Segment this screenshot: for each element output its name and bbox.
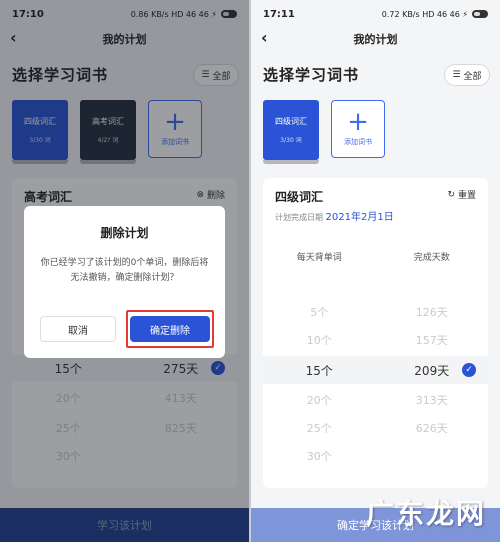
words-per-day: 30个: [306, 450, 332, 463]
days-to-finish: 313天: [415, 394, 448, 407]
finish-date-prefix: 计划完成日期: [275, 213, 323, 222]
words-per-day: 10个: [306, 334, 332, 347]
back-arrow-icon[interactable]: ‹: [261, 29, 279, 47]
days-to-finish: 126天: [415, 306, 448, 319]
all-books-button[interactable]: ☰ 全部: [444, 64, 490, 86]
watermark-text: 广东龙网: [365, 497, 486, 530]
col-days: 完成天数: [413, 253, 450, 263]
annotation-highlight-box: [126, 310, 214, 348]
reset-label: 重置: [457, 191, 476, 201]
picker-row[interactable]: 10个 157天: [263, 326, 488, 354]
status-icons: 0.72 KB/s HD 46 46 ⚡: [382, 10, 488, 19]
plus-icon: +: [347, 107, 369, 137]
section-title: 选择学习词书: [263, 66, 360, 84]
col-words-per-day: 每天背单词: [296, 253, 342, 263]
days-to-finish: 626天: [415, 422, 448, 435]
words-per-day: 25个: [306, 422, 332, 435]
left-screen: 17:10 0.86 KB/s HD 46 46 ⚡ ‹ 我的计划 选择学习词书…: [0, 0, 249, 542]
days-to-finish: 157天: [415, 334, 448, 347]
screenshot-stage: 17:10 0.86 KB/s HD 46 46 ⚡ ‹ 我的计划 选择学习词书…: [0, 0, 500, 542]
status-bar: 17:11 0.72 KB/s HD 46 46 ⚡: [251, 0, 500, 28]
picker-row[interactable]: 25个 626天: [263, 414, 488, 442]
battery-icon: [472, 10, 488, 18]
picker-row[interactable]: 15个 209天 ✓: [263, 356, 488, 384]
book-count: 3/30 词: [280, 137, 302, 144]
right-screen: 17:11 0.72 KB/s HD 46 46 ⚡ ‹ 我的计划 选择学习词书…: [251, 0, 500, 542]
words-per-day: 20个: [306, 394, 332, 407]
reset-icon: ↻: [447, 189, 455, 200]
words-per-day: 15个: [305, 363, 333, 378]
finish-date: 计划完成日期 2021年2月1日: [275, 208, 394, 223]
add-book-label: 添加词书: [344, 138, 372, 146]
dialog-message: 你已经学习了该计划的0个单词，删除后将无法撤销，确定删除计划？: [40, 258, 209, 283]
words-per-day: 5个: [310, 306, 329, 319]
cancel-button[interactable]: 取消: [40, 316, 116, 342]
plan-card: 四级词汇 ↻ 重置 计划完成日期 2021年2月1日 每天背单词 完成天数 5个 …: [263, 178, 488, 488]
book-name: 四级词汇: [275, 117, 307, 126]
add-book-button[interactable]: + 添加词书: [331, 100, 385, 158]
finish-date-value: 2021年2月1日: [325, 212, 394, 223]
check-icon: ✓: [462, 363, 476, 377]
dialog-title: 删除计划: [100, 226, 149, 240]
menu-icon: ☰: [452, 70, 461, 80]
book-list: 四级词汇 3/30 词 + 添加词书: [263, 100, 385, 164]
picker-row[interactable]: 20个 313天: [263, 386, 488, 414]
delete-dialog: 删除计划 你已经学习了该计划的0个单词，删除后将无法撤销，确定删除计划？ 取消 …: [24, 206, 225, 358]
picker-header: 每天背单词 完成天数: [263, 250, 488, 263]
page-title: 我的计划: [353, 33, 398, 46]
header: ‹ 我的计划: [251, 28, 500, 50]
status-icons-text: 0.72 KB/s HD 46 46 ⚡: [381, 9, 468, 19]
picker-row[interactable]: 30个: [263, 442, 488, 470]
status-time: 17:11: [263, 8, 295, 20]
all-books-label: 全部: [463, 71, 482, 82]
book-cet4[interactable]: 四级词汇 3/30 词: [263, 100, 319, 164]
card-title: 四级词汇: [275, 190, 324, 204]
picker-row[interactable]: 5个 126天: [263, 298, 488, 326]
reset-plan-button[interactable]: ↻ 重置: [447, 188, 476, 202]
